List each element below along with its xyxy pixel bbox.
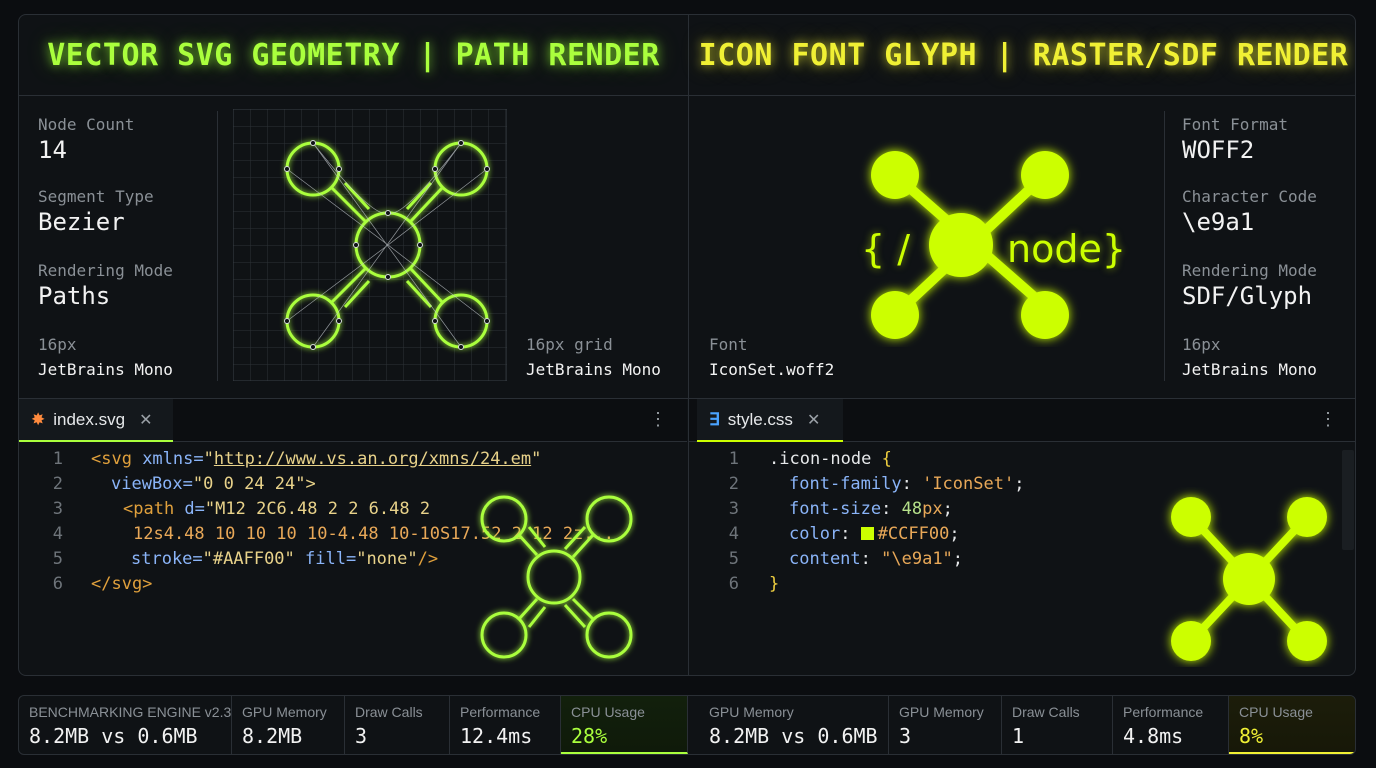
stat-rendering-mode: Rendering Mode Paths	[38, 261, 173, 310]
benchmark-gpu-memory-left: GPU Memory 8.2MB	[232, 696, 345, 754]
more-options-icon[interactable]: ⋮	[649, 409, 667, 430]
right-tab-bar: ∃ style.css ✕ ⋮	[689, 399, 1355, 442]
stat-character-code: Character Code \e9a1	[1182, 187, 1317, 236]
stat-divider-right	[1164, 111, 1165, 381]
tab-label: style.css	[727, 410, 793, 429]
size-info-right: 16px JetBrains Mono	[1182, 335, 1317, 379]
header-divider	[19, 95, 1355, 96]
stat-rendering-mode-right: Rendering Mode SDF/Glyph	[1182, 261, 1317, 310]
code-line-2: viewBox="0 0 24 24">	[111, 474, 316, 494]
color-swatch[interactable]	[860, 527, 874, 540]
benchmark-draw-calls-right: Draw Calls 1	[1002, 696, 1113, 754]
benchmark-performance-left: Performance 12.4ms	[450, 696, 561, 754]
font-size-info: 16px JetBrains Mono	[38, 335, 173, 379]
left-tab-bar: ✸ index.svg ✕ ⋮	[19, 399, 687, 442]
tab-index-svg[interactable]: ✸ index.svg ✕	[19, 399, 173, 442]
node-network-icon	[480, 495, 633, 659]
css-line-3: font-size: 48px;	[789, 499, 953, 519]
editor-scrollbar[interactable]	[1342, 450, 1354, 550]
benchmark-cpu-left: CPU Usage 28%	[561, 696, 688, 754]
glyph-label-right: node}	[1007, 227, 1127, 271]
font-file-info: Font IconSet.woff2	[709, 335, 835, 379]
active-tab-indicator	[697, 440, 843, 442]
css-line-4: color: #CCFF00;	[789, 524, 960, 544]
benchmark-gpu-memory-compare: GPU Memory 8.2MB vs 0.6MB	[699, 696, 889, 754]
tab-label: index.svg	[53, 410, 126, 429]
close-icon[interactable]: ✕	[807, 410, 820, 430]
css-line-5: content: "\e9a1";	[789, 549, 964, 569]
active-tab-indicator	[19, 440, 173, 442]
code-line-5: stroke="#AAFF00" fill="none"/>	[131, 549, 439, 569]
svg-code-editor[interactable]: 1 2 3 4 5 6 <svg xmlns="http://www.vs.an…	[19, 447, 687, 675]
code-line-1: <svg xmlns="http://www.vs.an.org/xmns/24…	[91, 449, 542, 469]
stat-divider	[217, 111, 218, 381]
benchmark-draw-calls-left: Draw Calls 3	[345, 696, 450, 754]
grid-info: 16px grid JetBrains Mono	[526, 335, 661, 379]
benchmark-cpu-right: CPU Usage 8%	[1229, 696, 1355, 754]
benchmark-engine: BENCHMARKING ENGINE v2.3 8.2MB vs 0.6MB	[19, 696, 232, 754]
css-line-6: }	[769, 574, 780, 594]
code-line-3: <path d="M12 2C6.48 2 2 6.48 2	[123, 499, 431, 519]
stat-node-count: Node Count 14	[38, 115, 135, 164]
close-icon[interactable]: ✕	[139, 410, 152, 430]
benchmark-performance-right: Performance 4.8ms	[1113, 696, 1229, 754]
tab-style-css[interactable]: ∃ style.css ✕	[697, 399, 843, 442]
node-network-icon	[1171, 497, 1327, 661]
css-line-2: font-family: 'IconSet';	[789, 474, 1025, 494]
css-line-1: .icon-node {	[769, 449, 892, 469]
benchmark-gpu-memory-right: GPU Memory 3	[889, 696, 1002, 754]
css-file-icon: ∃	[709, 410, 720, 429]
stat-segment-type: Segment Type Bezier	[38, 187, 154, 236]
svg-file-icon: ✸	[31, 410, 46, 429]
comparison-frame: VECTOR SVG GEOMETRY | PATH RENDER ICON F…	[18, 14, 1356, 676]
code-line-6: </svg>	[91, 574, 153, 594]
left-header: VECTOR SVG GEOMETRY | PATH RENDER	[47, 37, 660, 73]
css-code-editor[interactable]: 1 2 3 4 5 6 .icon-node { font-family: 'I…	[689, 447, 1355, 675]
benchmark-bar: BENCHMARKING ENGINE v2.3 8.2MB vs 0.6MB G…	[18, 695, 1356, 755]
right-header: ICON FONT GLYPH | RASTER/SDF RENDER	[698, 37, 1349, 73]
vector-path-preview	[233, 109, 507, 381]
stat-font-format: Font Format WOFF2	[1182, 115, 1288, 164]
more-options-icon[interactable]: ⋮	[1319, 409, 1337, 430]
glyph-label-left: { /	[861, 227, 911, 271]
